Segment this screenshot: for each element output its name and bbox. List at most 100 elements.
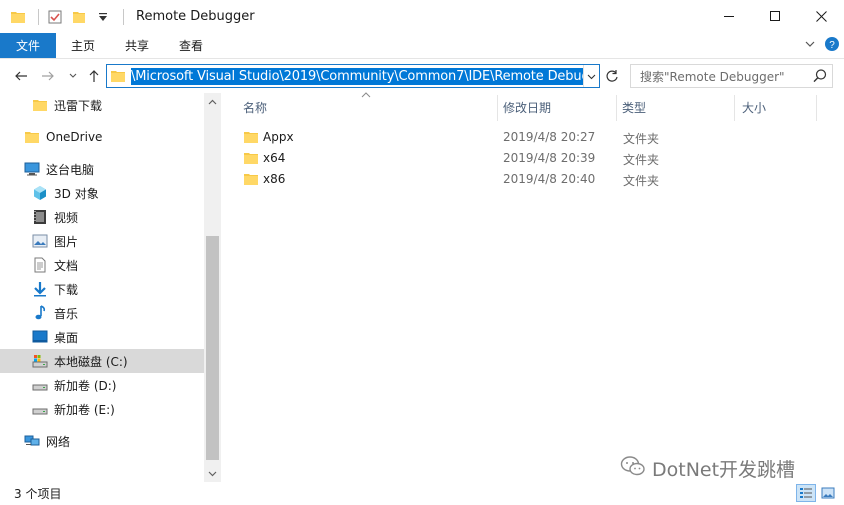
- file-row[interactable]: x64 2019/4/8 20:39 文件夹: [241, 148, 821, 169]
- sidebar-item-label: OneDrive: [46, 130, 103, 144]
- close-button[interactable]: [798, 0, 844, 33]
- address-bar[interactable]: \Microsoft Visual Studio\2019\Community\…: [106, 64, 600, 88]
- wechat-icon: [620, 455, 646, 482]
- folder-icon: [32, 97, 48, 113]
- tab-home[interactable]: 主页: [56, 33, 110, 58]
- search-input[interactable]: 搜索"Remote Debugger": [630, 64, 833, 88]
- folder-icon: [24, 129, 40, 145]
- search-placeholder: 搜索"Remote Debugger": [640, 69, 785, 84]
- sidebar-item-label: 视频: [54, 210, 79, 225]
- sidebar-item-label: 下载: [54, 282, 79, 297]
- refresh-icon: [606, 70, 618, 82]
- search-icon[interactable]: [812, 68, 828, 84]
- sidebar-item-this-pc[interactable]: 这台电脑: [0, 157, 204, 181]
- window-controls: [706, 0, 844, 33]
- drive-icon: [32, 377, 48, 393]
- refresh-button[interactable]: [602, 66, 622, 86]
- network-icon: [24, 433, 40, 449]
- sidebar-item-3d-objects[interactable]: 3D 对象: [0, 181, 204, 205]
- tab-file[interactable]: 文件: [0, 33, 57, 58]
- view-switcher: [796, 484, 838, 502]
- quick-access-toolbar: [0, 0, 130, 33]
- 3d-objects-icon: [32, 185, 48, 201]
- sidebar-item-label: 桌面: [54, 330, 79, 345]
- sidebar-item-local-disk-c[interactable]: 本地磁盘 (C:): [0, 349, 204, 373]
- minimize-button[interactable]: [706, 0, 752, 33]
- sidebar-item-volume-d[interactable]: 新加卷 (D:): [0, 373, 204, 397]
- sidebar-item-label: 音乐: [54, 306, 79, 321]
- maximize-button[interactable]: [752, 0, 798, 33]
- folder-icon: [243, 150, 259, 166]
- address-path[interactable]: \Microsoft Visual Studio\2019\Community\…: [131, 67, 583, 85]
- file-row[interactable]: x86 2019/4/8 20:40 文件夹: [241, 169, 821, 190]
- recent-locations-button[interactable]: [62, 65, 84, 87]
- title-bar: Remote Debugger: [0, 0, 844, 33]
- chevron-up-icon: [208, 99, 217, 104]
- file-list: 名称 修改日期 类型 大小 Appx 2019/4/8 20:27 文件夹 x6…: [221, 92, 844, 482]
- scroll-down-button[interactable]: [204, 465, 221, 482]
- sidebar-item-desktop[interactable]: 桌面: [0, 325, 204, 349]
- svg-text:?: ?: [829, 40, 835, 51]
- chevron-down-icon: [587, 74, 596, 79]
- file-name[interactable]: Appx: [263, 130, 294, 144]
- sidebar-item-downloads[interactable]: 下载: [0, 277, 204, 301]
- watermark: DotNet开发跳槽: [620, 455, 795, 482]
- column-header-name[interactable]: 名称: [235, 93, 497, 121]
- chevron-down-icon: [208, 471, 217, 476]
- forward-button[interactable]: [37, 65, 59, 87]
- file-name[interactable]: x64: [263, 151, 285, 165]
- address-dropdown-button[interactable]: [583, 65, 599, 87]
- desktop-icon: [32, 329, 48, 345]
- pictures-icon: [32, 233, 48, 249]
- column-header-date[interactable]: 修改日期: [495, 93, 615, 121]
- arrow-up-icon: [89, 70, 99, 82]
- folder-icon: [243, 129, 259, 145]
- customize-toolbar-icon[interactable]: [93, 7, 113, 27]
- sidebar-item-label: 迅雷下载: [54, 98, 103, 113]
- folder-icon: [8, 7, 28, 27]
- details-view-button[interactable]: [796, 484, 816, 502]
- scroll-up-button[interactable]: [204, 93, 221, 110]
- sidebar-item-onedrive[interactable]: OneDrive: [0, 125, 204, 149]
- folder-icon: [107, 65, 129, 87]
- sidebar-item-label: 本地磁盘 (C:): [54, 354, 128, 369]
- drive-icon: [32, 401, 48, 417]
- large-icons-view-icon: [821, 487, 835, 499]
- expand-ribbon-icon[interactable]: [804, 38, 816, 53]
- sidebar-item-pictures[interactable]: 图片: [0, 229, 204, 253]
- file-row[interactable]: Appx 2019/4/8 20:27 文件夹: [241, 127, 821, 148]
- column-header-size[interactable]: 大小: [734, 93, 814, 121]
- minimize-icon: [723, 16, 734, 17]
- column-divider[interactable]: [816, 95, 817, 121]
- computer-icon: [24, 161, 40, 177]
- up-button[interactable]: [83, 65, 105, 87]
- large-icons-view-button[interactable]: [818, 484, 838, 502]
- scrollbar-thumb[interactable]: [206, 236, 219, 460]
- toolbar-divider: [38, 8, 39, 25]
- properties-icon[interactable]: [45, 7, 65, 27]
- column-header-type[interactable]: 类型: [614, 93, 732, 121]
- arrow-right-icon: [42, 71, 54, 81]
- sidebar-scrollbar[interactable]: [204, 93, 221, 482]
- folder-icon: [243, 171, 259, 187]
- tab-view[interactable]: 查看: [164, 33, 218, 58]
- sidebar-item-documents[interactable]: 文档: [0, 253, 204, 277]
- drive-icon: [32, 353, 48, 369]
- sidebar-item-label: 这台电脑: [46, 162, 95, 177]
- new-folder-icon[interactable]: [69, 7, 89, 27]
- back-button[interactable]: [10, 65, 32, 87]
- ribbon-tabs: 文件 主页 共享 查看 ?: [0, 33, 844, 58]
- sidebar-item-xunlei[interactable]: 迅雷下载: [0, 93, 204, 117]
- sidebar-item-volume-e[interactable]: 新加卷 (E:): [0, 397, 204, 421]
- video-icon: [32, 209, 48, 225]
- close-icon: [815, 11, 827, 22]
- help-icon[interactable]: ?: [824, 36, 840, 55]
- sidebar-item-network[interactable]: 网络: [0, 429, 204, 453]
- ribbon-controls: ?: [804, 33, 840, 58]
- file-type: 文件夹: [623, 174, 660, 188]
- sidebar-item-videos[interactable]: 视频: [0, 205, 204, 229]
- sidebar-item-music[interactable]: 音乐: [0, 301, 204, 325]
- tab-share[interactable]: 共享: [110, 33, 164, 58]
- sidebar-item-label: 3D 对象: [54, 186, 99, 201]
- file-name[interactable]: x86: [263, 172, 285, 186]
